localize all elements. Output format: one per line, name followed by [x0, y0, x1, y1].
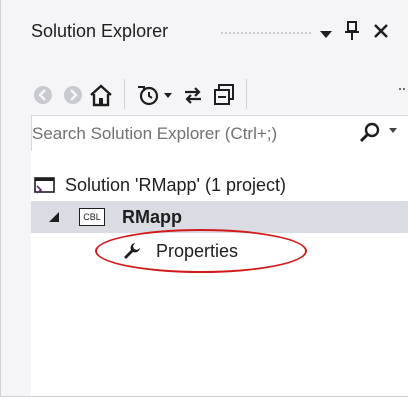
solution-label: Solution 'RMapp' (1 project)	[65, 175, 286, 195]
solution-explorer-panel: Solution Explorer Search Solution Explor…	[0, 0, 410, 397]
toolbar-separator	[124, 79, 125, 109]
panel-toolbar	[1, 73, 409, 119]
search-input[interactable]: Search Solution Explorer (Ctrl+;)	[32, 124, 277, 144]
pending-changes-filter-icon[interactable]	[135, 81, 163, 109]
pin-icon[interactable]	[344, 21, 360, 46]
search-box[interactable]: Search Solution Explorer (Ctrl+;)	[31, 115, 410, 152]
search-options-dropdown-icon[interactable]	[388, 124, 398, 138]
back-icon[interactable]	[31, 81, 59, 109]
tree-item-project[interactable]: CBL RMapp	[31, 201, 409, 233]
panel-title: Solution Explorer	[31, 21, 169, 41]
cobol-project-icon: CBL	[79, 208, 105, 226]
search-icon[interactable]	[359, 122, 381, 149]
filter-dropdown-icon[interactable]	[163, 87, 175, 115]
project-label: RMapp	[122, 207, 182, 227]
solution-icon	[34, 177, 56, 200]
properties-label: Properties	[156, 241, 239, 261]
panel-titlebar: Solution Explorer	[1, 15, 409, 49]
solution-tree: Solution 'RMapp' (1 project) CBL RMapp P…	[31, 151, 409, 396]
dropdown-arrow-icon[interactable]	[320, 26, 332, 44]
sync-icon[interactable]	[179, 81, 207, 109]
collapse-all-icon[interactable]	[210, 81, 238, 109]
expanded-triangle-icon[interactable]	[49, 212, 59, 222]
forward-icon[interactable]	[59, 81, 87, 109]
close-icon[interactable]	[373, 23, 389, 44]
tree-item-solution[interactable]: Solution 'RMapp' (1 project)	[31, 169, 409, 201]
tree-item-properties[interactable]: Properties	[31, 235, 409, 267]
window-edge	[408, 0, 417, 402]
drag-grip[interactable]	[220, 31, 313, 36]
toolbar-separator	[246, 79, 247, 109]
wrench-icon	[122, 241, 142, 266]
home-icon[interactable]	[87, 81, 115, 109]
